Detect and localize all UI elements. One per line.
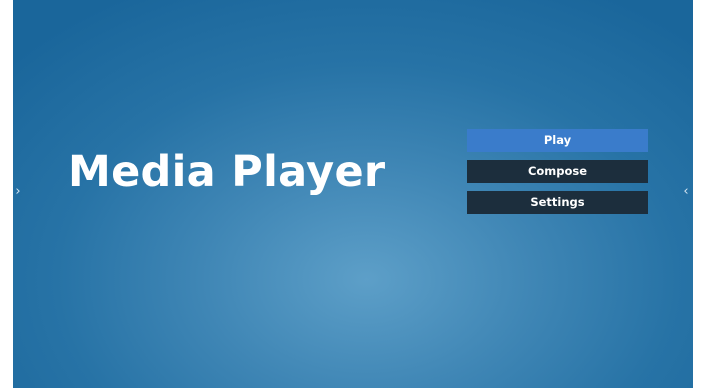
right-margin	[693, 0, 709, 388]
settings-button[interactable]: Settings	[467, 191, 648, 214]
main-menu: Play Compose Settings	[467, 129, 648, 222]
page-title: Media Player	[68, 147, 386, 197]
media-player-screen: › Media Player Play Compose Settings ‹	[13, 0, 693, 388]
chevron-left-icon[interactable]: ‹	[681, 182, 691, 202]
play-button[interactable]: Play	[467, 129, 648, 152]
left-margin	[0, 0, 13, 388]
compose-button[interactable]: Compose	[467, 160, 648, 183]
chevron-right-icon[interactable]: ›	[13, 182, 23, 202]
